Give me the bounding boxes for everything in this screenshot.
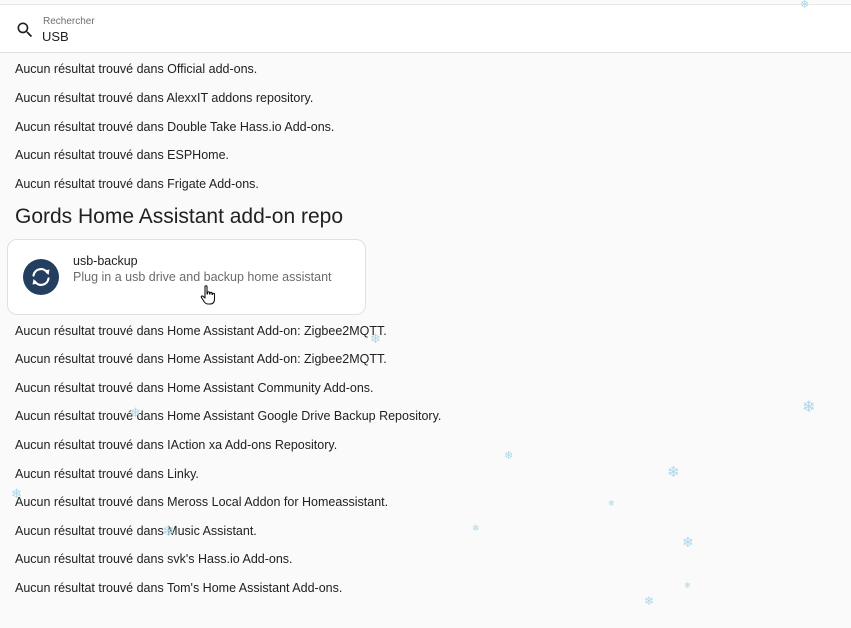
- search-label: Rechercher: [43, 16, 95, 27]
- no-result-item: Aucun résultat trouvé dans Official add-…: [15, 62, 258, 76]
- addon-description: Plug in a usb drive and backup home assi…: [73, 270, 332, 284]
- snowflake-icon: ❄: [11, 486, 22, 501]
- no-result-item: Aucun résultat trouvé dans Meross Local …: [15, 495, 389, 509]
- snowflake-icon: ❄: [162, 523, 175, 540]
- snowflake-icon: ❄: [644, 594, 655, 608]
- no-result-item: Aucun résultat trouvé dans Home Assistan…: [15, 352, 387, 366]
- no-result-item: Aucun résultat trouvé dans Linky.: [15, 467, 199, 481]
- no-result-item: Aucun résultat trouvé dans svk's Hass.io…: [15, 552, 293, 566]
- hand-pointer-icon: [200, 285, 216, 305]
- snowflake-icon: ❄: [800, 0, 810, 11]
- snowflake-icon: ❄: [684, 581, 691, 590]
- search-input[interactable]: [42, 27, 822, 45]
- no-result-item: Aucun résultat trouvé dans Frigate Add-o…: [15, 177, 259, 191]
- search-icon[interactable]: [15, 20, 35, 40]
- no-result-item: Aucun résultat trouvé dans Tom's Home As…: [15, 581, 343, 595]
- addon-card-usb-backup[interactable]: usb-backup Plug in a usb drive and backu…: [7, 239, 366, 315]
- snowflake-icon: ❄: [667, 464, 680, 481]
- no-result-item: Aucun résultat trouvé dans Home Assistan…: [15, 324, 387, 338]
- no-result-item: Aucun résultat trouvé dans Double Take H…: [15, 120, 335, 134]
- snowflake-icon: ❄: [608, 499, 615, 508]
- snowflake-icon: ❄: [370, 331, 381, 346]
- snowflake-icon: ❄: [682, 534, 694, 550]
- no-result-item: Aucun résultat trouvé dans IAction xa Ad…: [15, 438, 338, 452]
- snowflake-icon: ❄: [802, 399, 816, 416]
- snowflake-icon: ❄: [130, 405, 141, 420]
- backup-sync-icon: [23, 259, 59, 295]
- no-result-item: Aucun résultat trouvé dans Home Assistan…: [15, 409, 442, 423]
- no-result-item: Aucun résultat trouvé dans AlexxIT addon…: [15, 91, 314, 105]
- search-bar: Rechercher: [0, 4, 851, 53]
- no-result-item: Aucun résultat trouvé dans ESPHome.: [15, 148, 230, 162]
- snowflake-icon: ❄: [504, 450, 514, 462]
- snowflake-icon: ❄: [472, 523, 480, 533]
- no-result-item: Aucun résultat trouvé dans Home Assistan…: [15, 381, 374, 395]
- no-result-item: Aucun résultat trouvé dans Music Assista…: [15, 524, 257, 538]
- repository-title: Gords Home Assistant add-on repo: [15, 205, 344, 228]
- addon-name: usb-backup: [73, 254, 138, 268]
